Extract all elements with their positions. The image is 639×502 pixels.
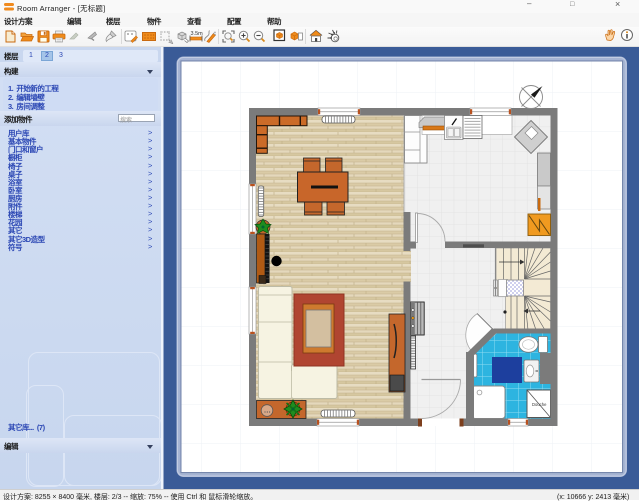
svg-text:Douche: Douche — [532, 402, 547, 407]
svg-text:3.5m: 3.5m — [191, 31, 204, 37]
